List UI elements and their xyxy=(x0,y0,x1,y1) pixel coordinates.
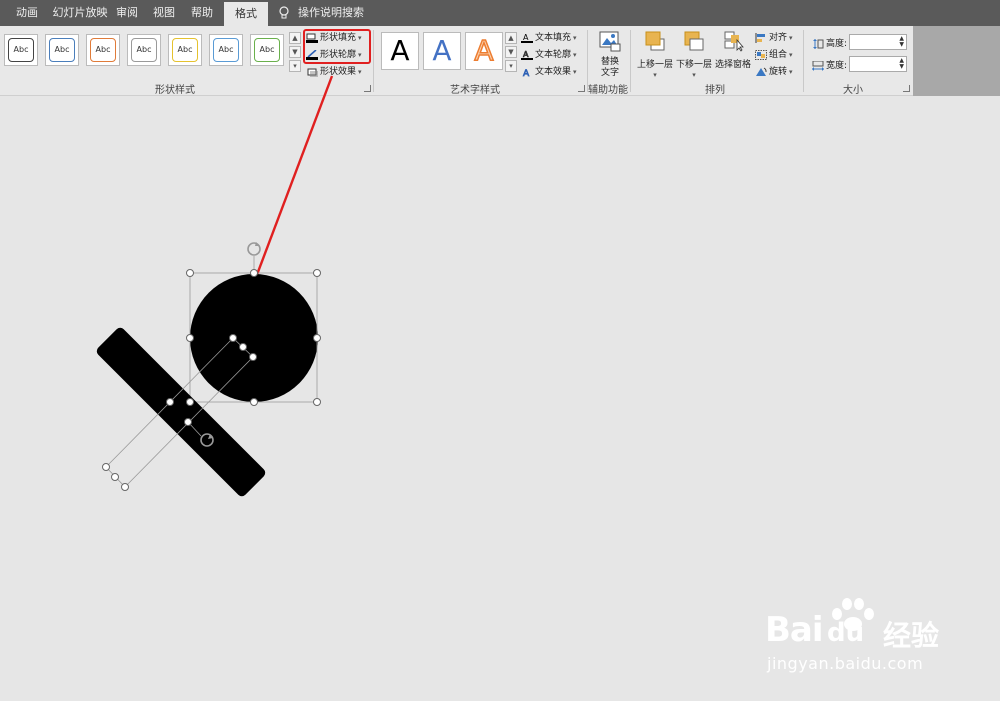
watermark-cn: 经验 xyxy=(883,619,940,652)
rotate-handle-circle[interactable] xyxy=(247,242,261,256)
baidu-watermark: Bai du 经验 jingyan.baidu.com xyxy=(765,596,975,680)
watermark-brand-2: du xyxy=(827,618,865,648)
circle-shape[interactable] xyxy=(190,274,318,402)
watermark-url: jingyan.baidu.com xyxy=(767,654,924,673)
watermark-brand-1: Bai xyxy=(765,610,824,650)
